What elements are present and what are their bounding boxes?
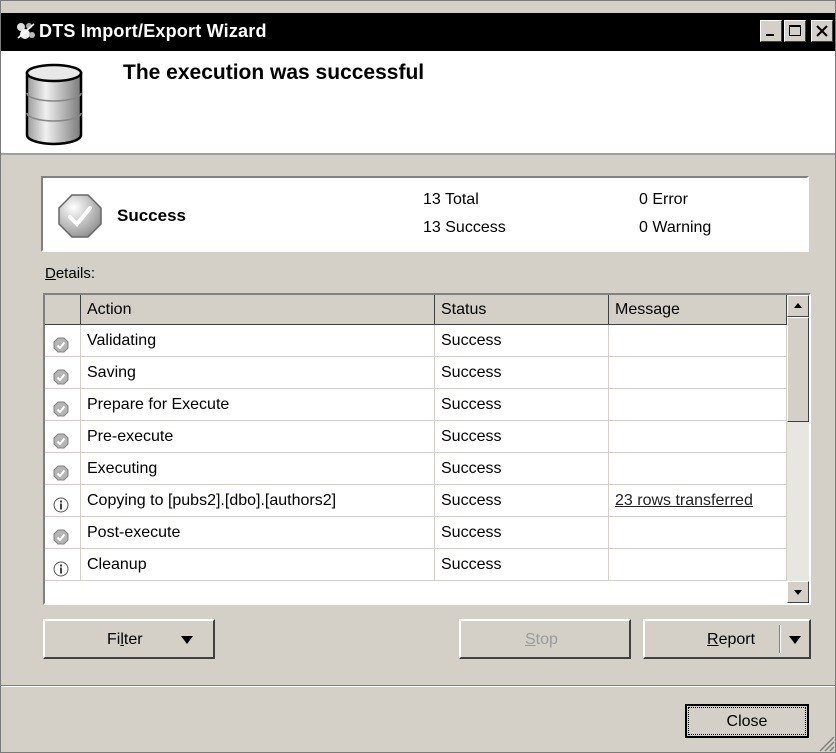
table-row[interactable]: Executing Success	[45, 453, 787, 485]
table-row[interactable]: Validating Success	[45, 325, 787, 357]
split-divider	[779, 625, 781, 653]
action-cell: Copying to [pubs2].[dbo].[authors2]	[81, 485, 435, 517]
column-header-status[interactable]: Status	[435, 295, 609, 325]
title-bar[interactable]: DTS Import/Export Wizard	[1, 13, 835, 51]
column-header-message[interactable]: Message	[609, 295, 787, 325]
close-window-button[interactable]	[811, 20, 833, 42]
arrow-down-icon	[794, 590, 802, 595]
row-icon-cell	[45, 325, 81, 357]
success-status-icon	[58, 194, 102, 238]
filter-label: Filter	[107, 631, 143, 648]
scroll-down-button[interactable]	[787, 581, 809, 603]
wizard-window: DTS Import/Export Wizard The execution w…	[0, 0, 836, 753]
summary-status-label: Success	[117, 206, 186, 225]
dropdown-arrow-icon[interactable]	[789, 635, 801, 645]
stop-button[interactable]: Stop	[459, 619, 631, 659]
info-icon	[53, 493, 69, 517]
message-cell: 23 rows transferred	[609, 485, 787, 517]
status-cell: Success	[435, 517, 609, 549]
header-icon-column	[45, 295, 81, 325]
table-row[interactable]: Pre-execute Success	[45, 421, 787, 453]
status-cell: Success	[435, 357, 609, 389]
report-label: Report	[707, 631, 756, 648]
action-cell: Pre-execute	[81, 421, 435, 453]
table-row[interactable]: Cleanup Success	[45, 549, 787, 581]
wizard-header: The execution was successful	[1, 51, 835, 155]
page-heading: The execution was successful	[123, 61, 425, 84]
resize-grip-icon[interactable]	[817, 734, 835, 752]
row-icon-cell	[45, 421, 81, 453]
message-cell	[609, 517, 787, 549]
table-row[interactable]: Prepare for Execute Success	[45, 389, 787, 421]
minimize-button[interactable]	[760, 20, 782, 42]
status-cell: Success	[435, 485, 609, 517]
vertical-scrollbar[interactable]	[787, 295, 809, 603]
message-cell	[609, 421, 787, 453]
report-button[interactable]: Report	[643, 619, 811, 659]
stop-label: Stop	[525, 631, 558, 648]
arrow-up-icon	[794, 303, 802, 308]
maximize-button[interactable]	[784, 20, 806, 42]
message-cell	[609, 325, 787, 357]
message-link[interactable]: 23 rows transferred	[615, 492, 753, 509]
row-icon-cell	[45, 485, 81, 517]
action-cell: Executing	[81, 453, 435, 485]
column-header-action[interactable]: Action	[81, 295, 435, 325]
database-icon	[25, 63, 83, 146]
maximize-icon	[789, 25, 801, 36]
success-icon	[53, 429, 69, 453]
row-icon-cell	[45, 357, 81, 389]
status-cell: Success	[435, 325, 609, 357]
action-cell: Saving	[81, 357, 435, 389]
success-icon	[53, 365, 69, 389]
message-cell	[609, 453, 787, 485]
success-count: 13 Success	[423, 219, 506, 236]
minimize-icon	[766, 34, 774, 36]
execution-summary: Success 13 Total 13 Success 0 Error 0 Wa…	[41, 176, 809, 252]
warning-count: 0 Warning	[639, 219, 712, 236]
scroll-up-button[interactable]	[787, 295, 809, 317]
success-icon	[53, 333, 69, 357]
status-cell: Success	[435, 453, 609, 485]
row-icon-cell	[45, 517, 81, 549]
action-cell: Validating	[81, 325, 435, 357]
app-icon	[17, 23, 35, 39]
success-icon	[53, 525, 69, 549]
close-icon	[816, 25, 828, 37]
scroll-thumb[interactable]	[787, 317, 809, 422]
action-cell: Post-execute	[81, 517, 435, 549]
dropdown-arrow-icon	[181, 636, 193, 644]
error-count: 0 Error	[639, 191, 688, 208]
message-cell	[609, 357, 787, 389]
window-title: DTS Import/Export Wizard	[39, 21, 267, 41]
success-icon	[53, 461, 69, 485]
success-icon	[53, 397, 69, 421]
table-row[interactable]: Post-execute Success	[45, 517, 787, 549]
action-cell: Cleanup	[81, 549, 435, 581]
close-button[interactable]: Close	[685, 704, 809, 738]
info-icon	[53, 557, 69, 581]
message-cell	[609, 389, 787, 421]
details-label: Details:	[45, 265, 96, 282]
status-cell: Success	[435, 389, 609, 421]
message-cell	[609, 549, 787, 581]
row-icon-cell	[45, 549, 81, 581]
details-grid[interactable]: Action Status Message Validating Success S…	[43, 293, 811, 605]
status-cell: Success	[435, 421, 609, 453]
table-row[interactable]: Copying to [pubs2].[dbo].[authors2] Succe…	[45, 485, 787, 517]
row-icon-cell	[45, 453, 81, 485]
close-label: Close	[688, 707, 806, 735]
status-cell: Success	[435, 549, 609, 581]
row-icon-cell	[45, 389, 81, 421]
footer-separator	[1, 685, 835, 687]
action-cell: Prepare for Execute	[81, 389, 435, 421]
table-row[interactable]: Saving Success	[45, 357, 787, 389]
filter-button[interactable]: Filter	[43, 619, 215, 659]
total-count: 13 Total	[423, 191, 479, 208]
